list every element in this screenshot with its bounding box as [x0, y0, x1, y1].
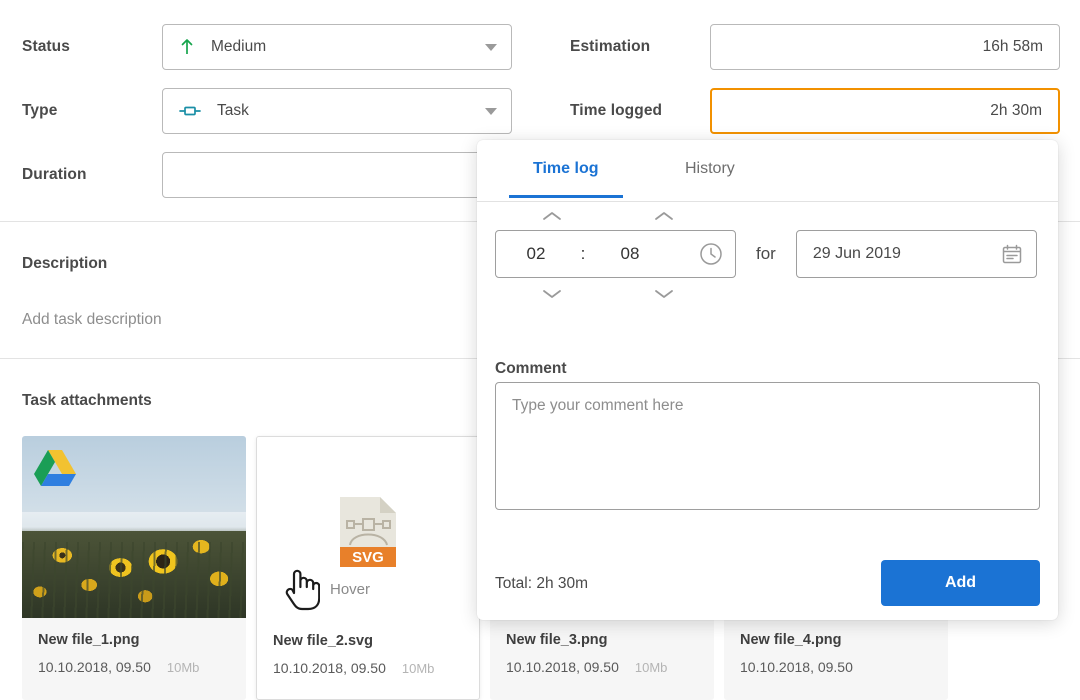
for-label: for [756, 244, 776, 263]
svg-badge-text: SVG [352, 549, 384, 566]
attachment-filename: New file_1.png [38, 632, 140, 648]
attachment-date: 10.10.2018, 09.50 [740, 659, 853, 675]
form-row-time-logged: Time logged 2h 30m [570, 86, 1060, 136]
type-label: Type [22, 102, 58, 119]
minutes-increment-button[interactable] [653, 209, 675, 221]
hand-cursor-icon [280, 565, 321, 611]
add-button[interactable]: Add [881, 560, 1040, 606]
tab-history[interactable]: History [685, 160, 735, 198]
form-row-status: Status Medium [22, 22, 512, 72]
estimation-label: Estimation [570, 38, 651, 55]
attachment-filename: New file_2.svg [273, 633, 373, 649]
tab-time-log[interactable]: Time log [509, 160, 622, 198]
attachment-size: 10Mb [166, 660, 200, 675]
chevron-down-icon [485, 44, 497, 51]
time-spinner[interactable]: 02 : 08 [495, 212, 736, 298]
time-separator: : [580, 244, 586, 263]
chevron-down-icon [485, 108, 497, 115]
status-select[interactable]: Medium [162, 24, 512, 70]
description-title: Description [22, 255, 108, 272]
attachment-filename: New file_3.png [506, 632, 608, 648]
hover-label: Hover [330, 581, 371, 598]
total-time-label: Total: 2h 30m [495, 575, 589, 592]
date-value: 29 Jun 2019 [812, 245, 901, 262]
attachment-filename: New file_4.png [740, 632, 842, 648]
date-input[interactable]: 29 Jun 2019 [795, 230, 1037, 278]
attachment-meta: New file_4.png 10.10.2018, 09.50 [724, 618, 948, 675]
time-logged-value: 2h 30m [990, 102, 1042, 119]
type-select[interactable]: Task [162, 88, 512, 134]
attachment-date: 10.10.2018, 09.50 [273, 660, 386, 676]
status-label: Status [22, 38, 70, 55]
time-logged-input[interactable]: 2h 30m [710, 88, 1060, 134]
svg-file-icon: SVG [338, 495, 398, 569]
attachment-date: 10.10.2018, 09.50 [38, 659, 151, 675]
form-row-type: Type Task [22, 86, 512, 136]
form-row-duration: Duration [22, 150, 512, 200]
description-placeholder[interactable]: Add task description [22, 311, 162, 329]
hours-increment-button[interactable] [541, 209, 563, 221]
panel-tabs: Time log History [477, 140, 1058, 202]
gdrive-icon [34, 448, 76, 486]
time-logged-label: Time logged [570, 102, 663, 119]
time-entry-row: 02 : 08 for 29 Jun 2019 [495, 212, 1037, 298]
arrow-up-icon [179, 38, 195, 56]
comment-label: Comment [495, 360, 567, 377]
hours-value[interactable]: 02 [496, 244, 576, 264]
minutes-decrement-button[interactable] [653, 287, 675, 299]
attachment-card[interactable]: New file_1.png 10.10.2018, 09.50 10Mb [22, 436, 246, 700]
task-detail-screen: Status Medium Type Task Duration Estimat… [0, 0, 1080, 700]
attachment-size: 10Mb [401, 661, 435, 676]
attachment-thumbnail [22, 436, 246, 618]
attachment-meta: New file_1.png 10.10.2018, 09.50 10Mb [22, 618, 246, 675]
clock-icon[interactable] [699, 242, 723, 266]
duration-input[interactable] [162, 152, 512, 198]
type-value: Task [217, 102, 249, 119]
attachment-meta: New file_2.svg 10.10.2018, 09.50 10Mb [257, 619, 479, 676]
comment-input[interactable] [495, 382, 1040, 510]
task-bar-icon [179, 104, 201, 118]
attachment-card[interactable]: SVG Hover New file_2.svg 10.10.2018, 09.… [256, 436, 480, 700]
attachment-date: 10.10.2018, 09.50 [506, 659, 619, 675]
minutes-value[interactable]: 08 [590, 244, 670, 264]
estimation-input[interactable]: 16h 58m [710, 24, 1060, 70]
attachment-thumbnail: SVG Hover [257, 437, 479, 619]
attachment-size: 10Mb [634, 660, 668, 675]
duration-label: Duration [22, 166, 87, 183]
estimation-value: 16h 58m [982, 38, 1043, 55]
hours-decrement-button[interactable] [541, 287, 563, 299]
status-value: Medium [211, 38, 267, 55]
calendar-icon[interactable] [1000, 242, 1024, 266]
form-row-estimation: Estimation 16h 58m [570, 22, 1060, 72]
attachment-meta: New file_3.png 10.10.2018, 09.50 10Mb [490, 618, 714, 675]
attachments-title: Task attachments [22, 392, 152, 409]
time-log-panel: Time log History 02 : 08 for 29 Jun 2019… [477, 140, 1058, 620]
